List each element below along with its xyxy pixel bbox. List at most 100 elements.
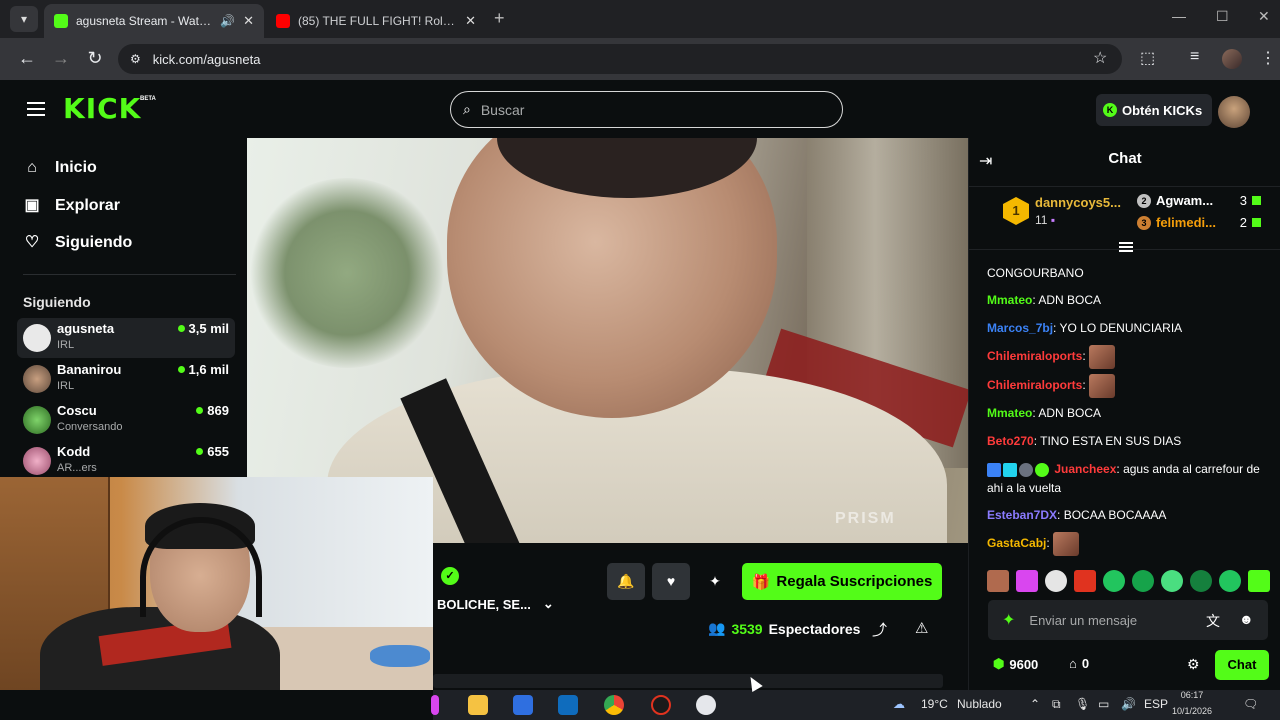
following-channel-row[interactable]: Bananirou IRL 1,6 mil [17, 359, 235, 399]
video-foliage [247, 178, 447, 368]
bookmark-star-icon[interactable]: ☆ [1093, 48, 1107, 68]
reload-icon[interactable]: ↻ [83, 48, 107, 69]
hamburger-menu-icon[interactable] [27, 102, 45, 120]
language-indicator[interactable]: ESP [1144, 697, 1168, 711]
emote-green-6-icon[interactable] [1248, 570, 1270, 592]
stream-title[interactable]: BOLICHE, SE... ⌄ [437, 596, 554, 612]
chat-title: Chat [1108, 150, 1142, 167]
emote-green-3-icon[interactable] [1161, 570, 1183, 592]
search-input[interactable]: ⌕ Buscar [450, 91, 843, 128]
tray-app-icon[interactable]: ⧉ [1052, 697, 1061, 712]
notifications-icon[interactable]: 🗨 [1243, 697, 1258, 711]
sidebar-item-explorar[interactable]: ▣ Explorar [23, 197, 119, 215]
chat-username[interactable]: Mmateo [987, 406, 1032, 420]
drops-counter[interactable]: ⌂ 0 [1069, 656, 1089, 671]
following-channel-row[interactable]: Kodd AR...ers 655 [17, 441, 235, 481]
close-window-icon[interactable]: ✕ [1258, 8, 1270, 25]
sidebar-item-inicio[interactable]: ⌂ Inicio [23, 159, 97, 177]
chat-username[interactable]: Beto270 [987, 434, 1034, 448]
system-clock[interactable]: 06:17 10/1/2026 [1172, 687, 1212, 719]
chat-username[interactable]: Mmateo [987, 293, 1032, 307]
emote-red-icon[interactable] [1074, 570, 1096, 592]
outlook-icon[interactable] [558, 695, 578, 715]
following-channel-row[interactable]: Coscu Conversando 869 [17, 400, 235, 440]
chat-username[interactable]: GastaCabj [987, 536, 1046, 550]
browser-profile-avatar[interactable] [1222, 49, 1242, 69]
emote-figure-icon[interactable] [1045, 570, 1067, 592]
emote-face-icon[interactable] [987, 570, 1009, 592]
chat-username[interactable]: Esteban7DX [987, 508, 1057, 522]
share-icon[interactable]: ⤴ [872, 619, 887, 640]
channel-viewers: 3,5 mil [177, 321, 229, 336]
microphone-icon[interactable]: 🎙 [1075, 697, 1090, 711]
maximize-icon[interactable]: ☐ [1216, 8, 1229, 25]
following-channel-row[interactable]: agusneta IRL 3,5 mil [17, 318, 235, 358]
gifter-row[interactable]: 3 felimedi... 2 [1137, 215, 1261, 230]
forward-icon[interactable]: → [49, 48, 73, 69]
speaker-icon[interactable]: 🔊 [220, 14, 235, 28]
emote-pink-icon[interactable] [1016, 570, 1038, 592]
tab-search-button[interactable]: ▾ [10, 6, 38, 32]
close-tab-icon[interactable]: ✕ [465, 13, 476, 29]
chat-username[interactable]: Marcos_7bj [987, 321, 1053, 335]
emote-icon [1053, 532, 1080, 556]
emote-green-4-icon[interactable] [1190, 570, 1212, 592]
channel-name: Bananirou [57, 362, 122, 377]
steam-icon[interactable] [696, 695, 716, 715]
channel-viewers: 869 [196, 403, 229, 418]
chevron-down-icon[interactable]: ⌄ [543, 596, 554, 612]
chrome-icon[interactable] [604, 695, 624, 715]
chat-send-button[interactable]: Chat [1215, 650, 1269, 680]
chat-messages: CONGOURBANO Mmateo: ADN BOCA Marcos_7bj:… [969, 250, 1280, 594]
media-control-icon[interactable]: ≡ [1190, 48, 1199, 66]
taskbar-app-icon[interactable] [431, 695, 439, 715]
network-icon[interactable]: ▭ [1098, 697, 1109, 711]
heart-icon: ♥ [666, 573, 676, 589]
chat-message-input[interactable]: ✦ Enviar un mensaje [988, 600, 1268, 640]
top-gifter-name[interactable]: dannycoys5... [1035, 195, 1121, 210]
sparkle-button[interactable]: ✦ [696, 563, 734, 600]
browser-tab-active[interactable]: agusneta Stream - Watch Li 🔊 ✕ [44, 4, 264, 38]
sparkle-icon[interactable]: ✦ [1002, 610, 1015, 630]
notification-bell-button[interactable]: 🔔 [607, 563, 645, 600]
tray-chevron-icon[interactable]: ⌃ [1030, 697, 1040, 711]
chat-message: CONGOURBANO [987, 264, 1269, 283]
site-info-icon[interactable]: ⚙ [130, 52, 141, 66]
gift-subscriptions-button[interactable]: 🎁 Regala Suscripciones [742, 563, 942, 600]
emoji-icon[interactable]: ☻ [1239, 611, 1254, 627]
emote-green-2-icon[interactable] [1132, 570, 1154, 592]
obs-icon[interactable] [651, 695, 671, 715]
back-icon[interactable]: ← [15, 48, 39, 69]
sidebar-item-label: Inicio [55, 159, 97, 176]
file-explorer-icon[interactable] [468, 695, 488, 715]
weather-temp[interactable]: 19°C [921, 697, 948, 711]
user-avatar[interactable] [1218, 96, 1250, 128]
report-warning-icon[interactable]: ⚠ [915, 619, 928, 637]
browser-tab-inactive[interactable]: (85) THE FULL FIGHT! Rolly Rom ✕ [266, 4, 486, 38]
new-tab-icon[interactable]: + [494, 8, 505, 29]
volume-icon[interactable]: 🔊 [1121, 697, 1136, 711]
chat-username[interactable]: Chilemiraloports [987, 349, 1082, 363]
gift-subscriptions-label: Regala Suscripciones [776, 573, 933, 590]
chat-settings-icon[interactable]: ⚙ [1187, 656, 1200, 673]
live-dot-icon [177, 366, 185, 373]
sidebar-item-siguiendo[interactable]: ♡ Siguiendo [23, 234, 133, 252]
minimize-icon[interactable]: — [1172, 8, 1186, 24]
channel-points[interactable]: ⬢ 9600 [993, 656, 1038, 672]
follow-heart-button[interactable]: ♥ [652, 563, 690, 600]
address-bar[interactable]: ⚙ kick.com/agusneta [118, 44, 1122, 74]
emote-green-5-icon[interactable] [1219, 570, 1241, 592]
chat-username[interactable]: Chilemiraloports [987, 378, 1082, 392]
site-header: KICK BETA ⌕ Buscar K Obtén KICKs [0, 80, 1280, 140]
browser-menu-icon[interactable]: ⋮ [1260, 48, 1276, 68]
close-tab-icon[interactable]: ✕ [243, 13, 254, 29]
kick-logo[interactable]: KICK [63, 92, 141, 125]
extensions-icon[interactable]: ⬚ [1140, 48, 1155, 68]
get-kicks-button[interactable]: K Obtén KICKs [1096, 94, 1212, 126]
store-icon[interactable] [513, 695, 533, 715]
translate-icon[interactable]: 文 [1206, 611, 1220, 631]
gifter-row[interactable]: 2 Agwam... 3 [1137, 193, 1261, 208]
emote-green-1-icon[interactable] [1103, 570, 1125, 592]
chat-username[interactable]: Juancheex [1054, 462, 1116, 476]
grid-badge-icon [1003, 462, 1017, 477]
